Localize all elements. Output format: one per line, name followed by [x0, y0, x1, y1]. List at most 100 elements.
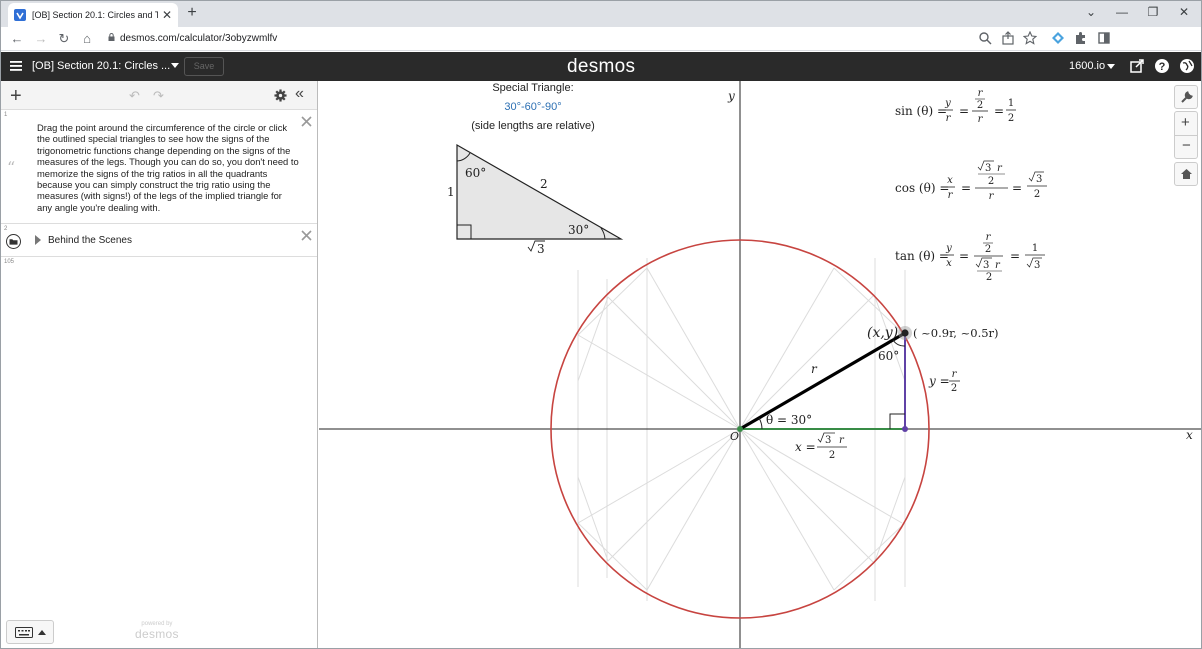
x-axis-label: x — [1186, 428, 1193, 442]
title-dropdown-icon[interactable] — [171, 63, 179, 68]
expression-toolbar: + ↶ ↷ « — [1, 81, 317, 110]
save-button[interactable]: Save — [184, 57, 224, 76]
svg-text:3: 3 — [1034, 260, 1040, 271]
tab-close-icon[interactable]: ✕ — [162, 8, 172, 22]
svg-text:1: 1 — [1032, 243, 1038, 254]
theta-arc — [758, 417, 763, 430]
svg-text:=: = — [1010, 249, 1020, 263]
svg-text:?: ? — [1159, 61, 1166, 73]
browser-tab[interactable]: [OB] Section 20.1: Circles and Trig ✕ — [8, 3, 178, 27]
new-tab-icon[interactable]: + — [184, 4, 200, 24]
right-angle-mark — [889, 413, 905, 429]
forward-icon[interactable]: → — [33, 31, 49, 46]
radius-segment — [739, 331, 906, 431]
undo-icon[interactable]: ↶ — [129, 88, 140, 104]
redo-icon[interactable]: ↷ — [153, 88, 164, 104]
window-close-icon[interactable]: ✕ — [1176, 5, 1192, 19]
powered-by-brand: desmos — [135, 627, 179, 641]
menu-icon[interactable] — [10, 61, 22, 71]
y-leg-fraction: r 2 — [949, 369, 960, 394]
special-triangle-type[interactable]: 30°-60°-90° — [504, 101, 561, 113]
svg-text:r: r — [978, 114, 984, 125]
x-leg-fraction: 3 r 2 — [817, 432, 847, 461]
graph-paper[interactable]: Special Triangle: 30°-60°-90° (side leng… — [319, 81, 1201, 649]
tab-search-icon[interactable]: ⌄ — [1083, 5, 1099, 19]
minimize-icon[interactable]: — — [1114, 5, 1130, 19]
account-dropdown-icon[interactable] — [1107, 64, 1115, 69]
collapse-list-icon[interactable]: « — [295, 85, 304, 103]
browser-window: [OB] Section 20.1: Circles and Trig ✕ + … — [0, 0, 1202, 649]
theta-label: θ = 30° — [766, 413, 812, 427]
tab-title: [OB] Section 20.1: Circles and Trig — [32, 10, 158, 20]
graph-canvas[interactable]: Special Triangle: 30°-60°-90° (side leng… — [319, 81, 1201, 649]
svg-text:r: r — [839, 435, 845, 446]
extension-diamond-icon[interactable] — [1051, 31, 1065, 45]
x-leg-label-prefix: x = — [795, 440, 816, 454]
side-panel-icon[interactable] — [1097, 31, 1111, 45]
keypad-toggle-button[interactable] — [6, 620, 54, 644]
svg-text:x: x — [947, 175, 953, 186]
svg-text:x: x — [946, 258, 952, 269]
triangle-side-sqrt3: 3 — [537, 242, 545, 256]
folder-item[interactable]: 2 Behind the Scenes — [1, 224, 317, 257]
svg-text:2: 2 — [951, 383, 957, 394]
cos-equation-lhs: cos (θ) = — [895, 181, 949, 195]
svg-text:2: 2 — [977, 100, 983, 111]
graph-settings-button[interactable] — [1174, 85, 1198, 109]
desmos-logo: desmos — [567, 56, 636, 77]
tan-equation-lhs: tan (θ) = — [895, 249, 949, 263]
folder-label[interactable]: Behind the Scenes — [48, 235, 132, 246]
triangle-side-2: 2 — [540, 177, 548, 191]
folder-expand-icon[interactable] — [35, 235, 41, 245]
svg-text:r: r — [997, 163, 1003, 174]
zoom-out-icon[interactable]: − — [1182, 137, 1191, 154]
point-label: (x,y) — [867, 325, 898, 341]
default-viewport-button[interactable] — [1174, 162, 1198, 186]
address-bar-row: ← → ↻ ⌂ desmos.com/calculator/3obyzwmlfv — [1, 27, 1201, 51]
keyboard-icon — [15, 627, 33, 638]
svg-text:2: 2 — [985, 244, 991, 255]
url-field[interactable]: desmos.com/calculator/3obyzwmlfv — [108, 33, 277, 44]
new-expression-row[interactable]: 105 — [1, 257, 317, 287]
svg-text:=: = — [994, 104, 1004, 118]
special-triangle-title: Special Triangle: — [492, 82, 573, 94]
keypad-caret-icon — [38, 630, 46, 635]
graph-title[interactable]: [OB] Section 20.1: Circles ... — [32, 60, 170, 72]
note-quote-icon: “ — [7, 158, 16, 177]
home-icon[interactable]: ⌂ — [79, 31, 95, 46]
svg-text:2: 2 — [986, 272, 992, 283]
back-icon[interactable]: ← — [9, 31, 25, 46]
url-text: desmos.com/calculator/3obyzwmlfv — [120, 33, 278, 44]
note-item[interactable]: 1 “ Drag the point around the circumfere… — [1, 110, 317, 224]
svg-text:r: r — [946, 113, 952, 124]
sin-equation-lhs: sin (θ) = — [895, 104, 947, 118]
add-item-icon[interactable]: + — [10, 85, 22, 108]
zoom-icon[interactable] — [978, 31, 992, 45]
share-graph-icon[interactable] — [1129, 58, 1145, 74]
delete-row-icon[interactable] — [301, 230, 312, 241]
svg-text:3: 3 — [985, 163, 991, 174]
special-triangle-note: (side lengths are relative) — [471, 120, 595, 132]
bookmark-star-icon[interactable] — [1023, 31, 1037, 45]
special-triangle-shape[interactable] — [456, 143, 624, 240]
restore-icon[interactable]: ❐ — [1145, 5, 1161, 19]
svg-text:r: r — [995, 260, 1001, 271]
tan-equation-rhs: y x = r 2 3 r 2 = 1 3 — [944, 232, 1045, 283]
note-text[interactable]: Drag the point around the circumference … — [37, 122, 299, 213]
tab-strip: [OB] Section 20.1: Circles and Trig ✕ + … — [1, 1, 1201, 27]
settings-gear-icon[interactable] — [274, 89, 287, 102]
row-number: 105 — [4, 259, 15, 265]
radius-label: r — [811, 362, 818, 376]
language-globe-icon[interactable] — [1179, 58, 1195, 74]
share-icon[interactable] — [1001, 31, 1015, 45]
origin-label: O — [730, 430, 739, 443]
zoom-in-icon[interactable]: + — [1181, 114, 1190, 131]
drag-point[interactable] — [901, 329, 909, 337]
svg-text:2: 2 — [988, 176, 994, 187]
account-menu[interactable]: 1600.io — [1069, 60, 1105, 72]
help-icon[interactable]: ? — [1154, 58, 1170, 74]
reload-icon[interactable]: ↻ — [56, 31, 72, 47]
extensions-puzzle-icon[interactable] — [1074, 31, 1088, 45]
origin-point — [737, 426, 743, 432]
delete-row-icon[interactable] — [301, 116, 312, 127]
